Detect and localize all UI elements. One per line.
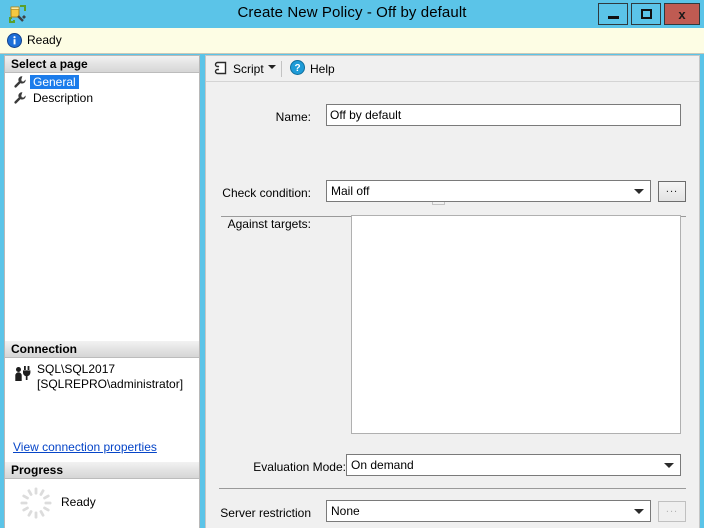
server-restriction-browse-button[interactable]: ... [658, 501, 686, 522]
sidebar-item-general[interactable]: General [5, 74, 199, 90]
name-input[interactable] [326, 104, 681, 126]
status-text: Ready [27, 33, 62, 47]
policy-condition-icon [8, 4, 28, 24]
minimize-button[interactable] [598, 3, 628, 25]
connection-header: Connection [5, 341, 199, 358]
help-button-label: Help [310, 62, 335, 76]
script-icon [214, 61, 228, 78]
minimize-icon [607, 15, 619, 19]
toolbar-separator [281, 61, 282, 77]
check-condition-browse-button[interactable]: ... [658, 181, 686, 202]
toolbar: Script ? Help [206, 56, 699, 82]
progress-text: Ready [61, 495, 96, 509]
page-list[interactable]: General Description [5, 74, 199, 341]
sidebar-item-label: Description [33, 91, 94, 105]
svg-text:?: ? [294, 63, 300, 74]
server-restriction-value: None [331, 504, 360, 518]
progress-section: Progress Ready [5, 462, 199, 528]
connection-icon [14, 365, 32, 382]
script-button-label: Script [233, 62, 264, 76]
divider-bottom [219, 488, 686, 489]
evaluation-mode-combo[interactable]: On demand [346, 454, 681, 476]
create-new-policy-dialog: Create New Policy - Off by default x Rea… [0, 0, 704, 528]
wrench-icon [13, 75, 27, 89]
server-restriction-label: Server restriction [220, 506, 311, 520]
evaluation-mode-value: On demand [351, 458, 414, 472]
check-condition-value: Mail off [331, 184, 370, 198]
close-icon: x [678, 6, 686, 22]
name-label: Name: [275, 110, 311, 124]
check-condition-combo[interactable]: Mail off [326, 180, 651, 202]
connection-user: [SQLREPRO\administrator] [37, 377, 184, 391]
chevron-down-icon [664, 463, 674, 468]
connection-section: Connection SQL\SQL2017 [SQLREPRO\adminis… [5, 341, 199, 462]
close-button[interactable]: x [664, 3, 700, 25]
title-bar[interactable]: Create New Policy - Off by default x [0, 0, 704, 28]
help-button[interactable]: ? Help [290, 59, 335, 79]
sidebar-item-description[interactable]: Description [5, 90, 199, 106]
view-connection-properties-link[interactable]: View connection properties [13, 440, 157, 454]
spinner-icon [19, 486, 53, 520]
maximize-icon [640, 9, 652, 19]
chevron-down-icon [634, 189, 644, 194]
check-condition-label: Check condition: [222, 186, 311, 200]
info-icon [7, 33, 22, 48]
main-panel: Script ? Help Name: Enabled Check co [205, 55, 700, 528]
server-restriction-combo[interactable]: None [326, 500, 651, 522]
select-a-page-header: Select a page [5, 56, 199, 73]
chevron-down-icon [634, 509, 644, 514]
sidebar: Select a page General Description Connec… [4, 55, 200, 528]
maximize-button[interactable] [631, 3, 661, 25]
wrench-icon [13, 91, 27, 105]
against-targets-list[interactable] [351, 215, 681, 434]
against-targets-label: Against targets: [227, 217, 311, 231]
help-question-icon: ? [290, 60, 305, 78]
status-banner: Ready [0, 28, 704, 54]
script-button[interactable]: Script [212, 59, 266, 79]
progress-header: Progress [5, 462, 199, 479]
connection-server: SQL\SQL2017 [37, 362, 116, 376]
evaluation-mode-label: Evaluation Mode: [253, 460, 346, 474]
sidebar-item-label: General [30, 75, 79, 89]
chevron-down-icon[interactable] [268, 65, 276, 69]
connection-details: SQL\SQL2017 [SQLREPRO\administrator] [37, 362, 192, 392]
